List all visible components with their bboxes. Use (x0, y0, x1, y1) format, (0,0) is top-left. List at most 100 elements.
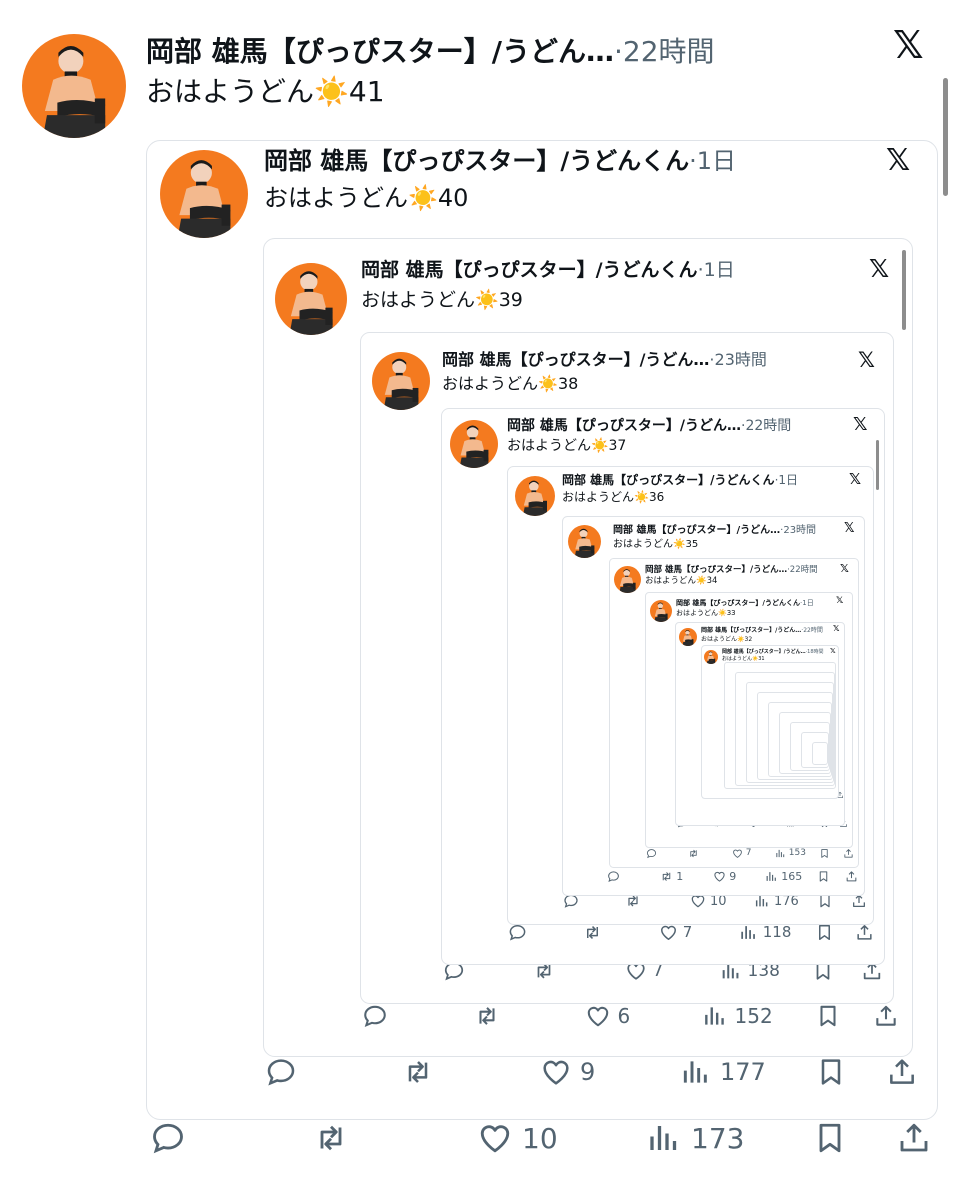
x-logo-icon[interactable]: 𝕏 (840, 563, 849, 574)
author-name[interactable]: 岡部 雄馬【ぴっぴスター】/うどん… (645, 565, 787, 575)
scrollbar[interactable] (943, 78, 948, 196)
sun-emoji: ☀️ (634, 489, 649, 504)
author-name[interactable]: 岡部 雄馬【ぴっぴスター】/うどん… (146, 35, 614, 68)
timestamp[interactable]: 22時間 (623, 35, 715, 68)
bookmark-button[interactable] (815, 923, 834, 942)
bookmark-button[interactable] (812, 1120, 848, 1156)
scrollbar[interactable] (876, 440, 879, 490)
bookmark-button[interactable] (815, 1003, 841, 1029)
views-button[interactable]: 177 (680, 1056, 766, 1088)
like-count: 9 (580, 1058, 596, 1086)
avatar[interactable] (704, 650, 718, 664)
like-button[interactable]: 9 (540, 1056, 595, 1088)
tweet-header: 岡部 雄馬【ぴっぴスター】/うどん…·23時間 (442, 350, 767, 371)
retweet-button[interactable] (583, 923, 602, 942)
x-logo-icon[interactable]: 𝕏 (836, 597, 843, 606)
timestamp[interactable]: 23時間 (783, 525, 816, 536)
x-logo-icon[interactable]: 𝕏 (853, 416, 868, 434)
retweet-button[interactable]: 1 (660, 870, 683, 883)
author-name[interactable]: 岡部 雄馬【ぴっぴスター】/うどん… (442, 350, 709, 369)
views-button[interactable]: 165 (765, 870, 802, 883)
timestamp[interactable]: 1日 (697, 147, 736, 175)
tweet-header: 岡部 雄馬【ぴっぴスター】/うどんくん·1日 (676, 599, 814, 608)
like-icon (540, 1056, 572, 1088)
x-logo-icon[interactable]: 𝕏 (858, 350, 875, 371)
avatar[interactable] (568, 525, 601, 558)
x-logo-icon[interactable]: 𝕏 (830, 648, 836, 655)
like-button[interactable]: 9 (713, 870, 736, 883)
timestamp[interactable]: 1日 (778, 473, 798, 487)
views-button[interactable]: 173 (646, 1120, 744, 1156)
avatar[interactable] (679, 628, 697, 646)
avatar[interactable] (614, 566, 641, 593)
avatar[interactable] (650, 600, 672, 622)
views-icon (739, 923, 758, 942)
scrollbar[interactable] (902, 250, 906, 330)
timestamp[interactable]: 18時間 (807, 649, 823, 655)
retweet-button[interactable] (313, 1120, 349, 1156)
author-name[interactable]: 岡部 雄馬【ぴっぴスター】/うどん… (613, 525, 780, 536)
author-name[interactable]: 岡部 雄馬【ぴっぴスター】/うどんくん (562, 473, 775, 487)
author-name[interactable]: 岡部 雄馬【ぴっぴスター】/うどんくん (264, 147, 689, 175)
avatar[interactable] (275, 263, 347, 335)
avatar[interactable] (450, 420, 498, 468)
timestamp[interactable]: 1日 (802, 599, 813, 607)
views-count: 177 (720, 1058, 766, 1086)
timestamp[interactable]: 23時間 (715, 350, 767, 369)
reply-icon (508, 923, 527, 942)
share-button[interactable] (845, 870, 858, 883)
reply-button[interactable] (607, 870, 620, 883)
like-button[interactable]: 7 (732, 848, 751, 859)
tweet-header: 岡部 雄馬【ぴっぴスター】/うどんくん·1日 (562, 473, 798, 489)
share-button[interactable] (896, 1120, 932, 1156)
bookmark-button[interactable] (817, 870, 830, 883)
reply-button[interactable] (508, 923, 527, 942)
like-button[interactable]: 7 (659, 923, 692, 942)
timestamp[interactable]: 1日 (704, 259, 735, 281)
share-button[interactable] (886, 1056, 918, 1088)
reply-button[interactable] (362, 1003, 388, 1029)
x-logo-icon[interactable]: 𝕏 (844, 522, 854, 535)
bookmark-button[interactable] (819, 848, 830, 859)
views-button[interactable]: 153 (775, 848, 806, 859)
like-button[interactable]: 10 (477, 1120, 558, 1156)
author-name[interactable]: 岡部 雄馬【ぴっぴスター】/うどん… (507, 418, 741, 434)
x-logo-icon[interactable]: 𝕏 (893, 26, 924, 64)
day-count: 34 (706, 576, 718, 587)
avatar[interactable] (160, 150, 248, 238)
x-logo-icon[interactable]: 𝕏 (886, 146, 910, 176)
author-name[interactable]: 岡部 雄馬【ぴっぴスター】/うどんくん (361, 259, 698, 281)
x-logo-icon[interactable]: 𝕏 (833, 625, 839, 633)
share-button[interactable] (873, 1003, 899, 1029)
share-button[interactable] (855, 923, 874, 942)
avatar[interactable] (22, 34, 126, 138)
reply-icon (607, 870, 620, 883)
x-logo-icon[interactable]: 𝕏 (869, 256, 889, 281)
x-logo-icon[interactable]: 𝕏 (849, 472, 861, 487)
retweet-button[interactable] (402, 1056, 434, 1088)
reply-button[interactable] (646, 848, 657, 859)
avatar[interactable] (372, 352, 430, 410)
bookmark-button[interactable] (815, 1056, 847, 1088)
avatar[interactable] (515, 476, 555, 516)
author-name[interactable]: 岡部 雄馬【ぴっぴスター】/うどんくん (676, 599, 800, 607)
views-button[interactable]: 152 (702, 1003, 773, 1029)
like-button[interactable]: 6 (585, 1003, 630, 1029)
views-button[interactable]: 118 (739, 923, 791, 942)
share-button[interactable] (843, 848, 854, 859)
views-count: 173 (691, 1121, 745, 1155)
views-icon (646, 1120, 682, 1156)
reply-button[interactable] (265, 1056, 297, 1088)
author-name[interactable]: 岡部 雄馬【ぴっぴスター】/うどん… (701, 627, 801, 634)
retweet-button[interactable] (688, 848, 699, 859)
timestamp[interactable]: 22時間 (803, 627, 823, 634)
author-name[interactable]: 岡部 雄馬【ぴっぴスター】/うどん… (722, 649, 806, 655)
tweet-text: おはようどん☀️38 (442, 374, 578, 395)
timestamp[interactable]: 22時間 (745, 418, 791, 434)
timestamp[interactable]: 22時間 (790, 565, 818, 575)
bookmark-icon (819, 848, 830, 859)
reply-icon (265, 1056, 297, 1088)
tweet-text: おはようどん☀️32 (701, 636, 752, 644)
retweet-button[interactable] (474, 1003, 500, 1029)
reply-button[interactable] (150, 1120, 186, 1156)
